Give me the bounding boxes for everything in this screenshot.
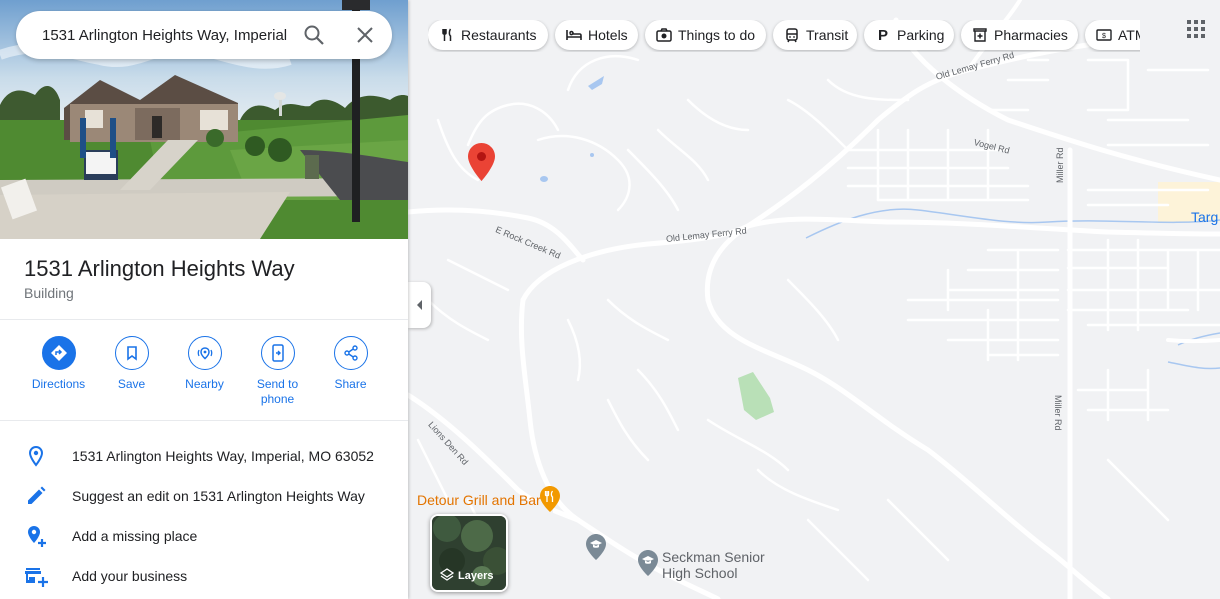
place-category[interactable]: Building [24, 285, 74, 301]
layers-label: Layers [458, 570, 494, 582]
category-chips-bar: Restaurants Hotels Things to do Transit … [428, 20, 1140, 52]
hotel-icon [566, 27, 582, 43]
action-buttons-row: Directions Save Nearby Send to phone Sha… [22, 336, 394, 407]
save-button[interactable]: Save [95, 336, 168, 407]
chip-label: Pharmacies [994, 27, 1068, 43]
add-business-icon [24, 564, 48, 588]
svg-text:$: $ [1102, 33, 1106, 40]
search-icon[interactable] [302, 23, 326, 47]
chip-label: Restaurants [461, 27, 537, 43]
poi-school-label-line1[interactable]: Seckman Senior [662, 549, 765, 565]
share-button[interactable]: Share [314, 336, 387, 407]
add-business-text: Add your business [72, 568, 188, 584]
chip-things-to-do[interactable]: Things to do [645, 20, 766, 50]
road-label: Miller Rd [1055, 147, 1065, 183]
chip-atms[interactable]: $ ATMs [1085, 20, 1140, 50]
action-label: Directions [31, 377, 86, 391]
chip-label: Hotels [588, 27, 628, 43]
restaurant-icon [439, 27, 455, 43]
chip-label: Parking [897, 27, 945, 43]
add-missing-place-text: Add a missing place [72, 528, 198, 544]
action-label: Save [117, 377, 146, 391]
directions-icon [41, 336, 76, 370]
place-title: 1531 Arlington Heights Way [24, 256, 295, 281]
action-label: Share [334, 377, 367, 391]
close-icon[interactable] [353, 23, 377, 47]
collapse-panel-button[interactable] [408, 282, 431, 328]
school-pin-icon[interactable] [586, 534, 606, 560]
send-to-phone-button[interactable]: Send to phone [241, 336, 314, 407]
layers-button[interactable]: Layers [430, 514, 508, 592]
chip-label: ATMs [1118, 27, 1140, 43]
restaurant-pin-icon[interactable] [540, 486, 560, 512]
poi-school-label-line2[interactable]: High School [662, 565, 738, 581]
edit-pencil-icon [24, 484, 48, 508]
poi-target-label[interactable]: Targ [1191, 209, 1218, 225]
chip-pharmacies[interactable]: Pharmacies [961, 20, 1078, 50]
address-row[interactable]: 1531 Arlington Heights Way, Imperial, MO… [0, 436, 408, 476]
poi-restaurant-label[interactable]: Detour Grill and Bar [417, 492, 541, 508]
suggest-edit-row[interactable]: Suggest an edit on 1531 Arlington Height… [0, 476, 408, 516]
chip-transit[interactable]: Transit [773, 20, 857, 50]
share-icon [333, 336, 368, 370]
camera-icon [656, 27, 672, 43]
apps-grid-icon [1187, 20, 1205, 38]
action-label: Send to phone [256, 377, 299, 406]
map-canvas[interactable]: Old Lemay Ferry Rd Vogel Rd Miller Rd E … [408, 0, 1220, 599]
directions-button[interactable]: Directions [22, 336, 95, 407]
transit-icon [784, 27, 800, 43]
chip-label: Things to do [678, 27, 756, 43]
action-label: Nearby [185, 377, 224, 391]
divider [0, 319, 408, 320]
pharmacy-icon [972, 27, 988, 43]
place-side-panel: 1531 Arlington Heights Way Building Dire… [0, 0, 408, 599]
atm-icon: $ [1096, 27, 1112, 43]
search-input[interactable] [40, 25, 292, 45]
nearby-button[interactable]: Nearby [168, 336, 241, 407]
address-text: 1531 Arlington Heights Way, Imperial, MO… [72, 448, 374, 464]
suggest-edit-text: Suggest an edit on 1531 Arlington Height… [72, 488, 365, 504]
google-apps-button[interactable] [1186, 19, 1206, 39]
add-missing-place-row[interactable]: Add a missing place [0, 516, 408, 556]
add-business-row[interactable]: Add your business [0, 556, 408, 596]
parking-icon: P [877, 26, 888, 44]
search-box [16, 11, 392, 59]
location-pin-icon [24, 444, 48, 468]
layers-icon [440, 568, 454, 581]
caret-left-icon [416, 300, 422, 310]
add-location-icon [24, 524, 48, 548]
map-base [408, 0, 1220, 599]
chip-parking[interactable]: P Parking [864, 20, 954, 50]
chip-hotels[interactable]: Hotels [555, 20, 638, 50]
send-to-phone-icon [260, 336, 295, 370]
road-label: Miller Rd [1053, 395, 1063, 431]
bookmark-icon [114, 336, 149, 370]
location-pin-icon[interactable] [468, 143, 495, 181]
school-pin-icon[interactable] [638, 550, 658, 576]
nearby-icon [187, 336, 222, 370]
chip-restaurants[interactable]: Restaurants [428, 20, 548, 50]
chip-label: Transit [806, 27, 849, 43]
divider [0, 420, 408, 421]
